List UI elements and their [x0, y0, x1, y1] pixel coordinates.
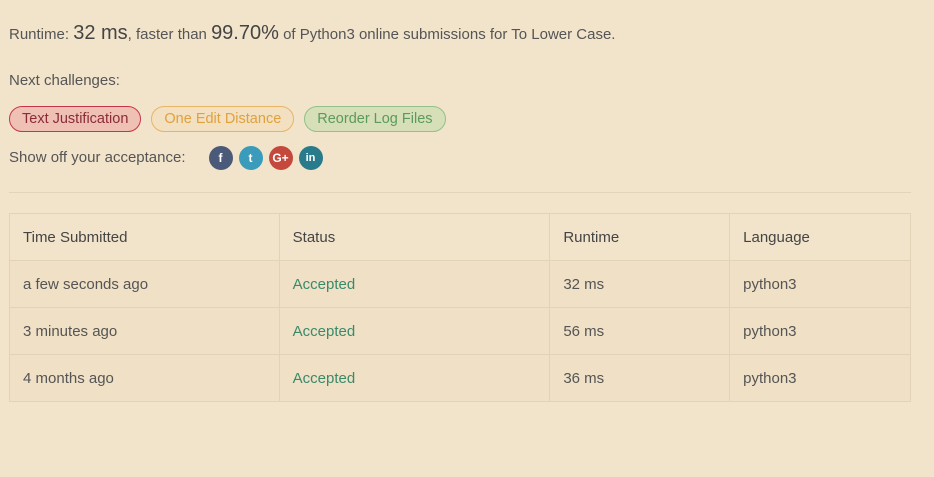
share-acceptance: Show off your acceptance: f t G+ in	[9, 145, 329, 171]
cell-language: python3	[729, 260, 911, 308]
challenge-reorder-log-files[interactable]: Reorder Log Files	[304, 106, 446, 132]
cell-language: python3	[729, 307, 911, 355]
table-row: 3 minutes ago Accepted 56 ms python3	[9, 307, 911, 355]
twitter-icon[interactable]: t	[238, 146, 263, 170]
faster-than-text: , faster than	[127, 26, 212, 43]
share-label: Show off your acceptance:	[9, 149, 186, 166]
header-time-submitted: Time Submitted	[9, 213, 280, 261]
percentile-value: 99.70%	[211, 22, 279, 44]
challenge-text-justification[interactable]: Text Justification	[9, 106, 142, 132]
submissions-table: Time Submitted Status Runtime Language a…	[9, 213, 911, 402]
header-runtime: Runtime	[549, 213, 731, 261]
runtime-summary: Runtime: 32 ms, faster than 99.70% of Py…	[9, 18, 615, 50]
challenge-one-edit-distance[interactable]: One Edit Distance	[151, 106, 295, 132]
header-language: Language	[729, 213, 911, 261]
cell-language: python3	[729, 354, 911, 402]
runtime-prefix: Runtime:	[9, 26, 74, 43]
cell-runtime: 36 ms	[549, 354, 731, 402]
runtime-value: 32 ms	[73, 22, 128, 44]
next-challenges-list: Text Justification One Edit Distance Reo…	[9, 106, 446, 132]
table-row: a few seconds ago Accepted 32 ms python3	[9, 260, 911, 308]
next-challenges-label: Next challenges:	[9, 72, 120, 89]
header-status: Status	[278, 213, 551, 261]
table-header-row: Time Submitted Status Runtime Language	[9, 213, 911, 261]
section-divider	[9, 192, 911, 193]
runtime-suffix: of Python3 online submissions for To Low…	[278, 26, 616, 43]
status-accepted-link[interactable]: Accepted	[293, 370, 356, 387]
status-accepted-link[interactable]: Accepted	[293, 276, 356, 293]
cell-time: a few seconds ago	[9, 260, 280, 308]
cell-time: 3 minutes ago	[9, 307, 280, 355]
linkedin-icon[interactable]: in	[298, 146, 323, 170]
table-row: 4 months ago Accepted 36 ms python3	[9, 354, 911, 402]
cell-runtime: 32 ms	[549, 260, 731, 308]
status-accepted-link[interactable]: Accepted	[293, 323, 356, 340]
google-plus-icon[interactable]: G+	[268, 146, 293, 170]
cell-time: 4 months ago	[9, 354, 280, 402]
cell-runtime: 56 ms	[549, 307, 731, 355]
facebook-icon[interactable]: f	[208, 146, 233, 170]
